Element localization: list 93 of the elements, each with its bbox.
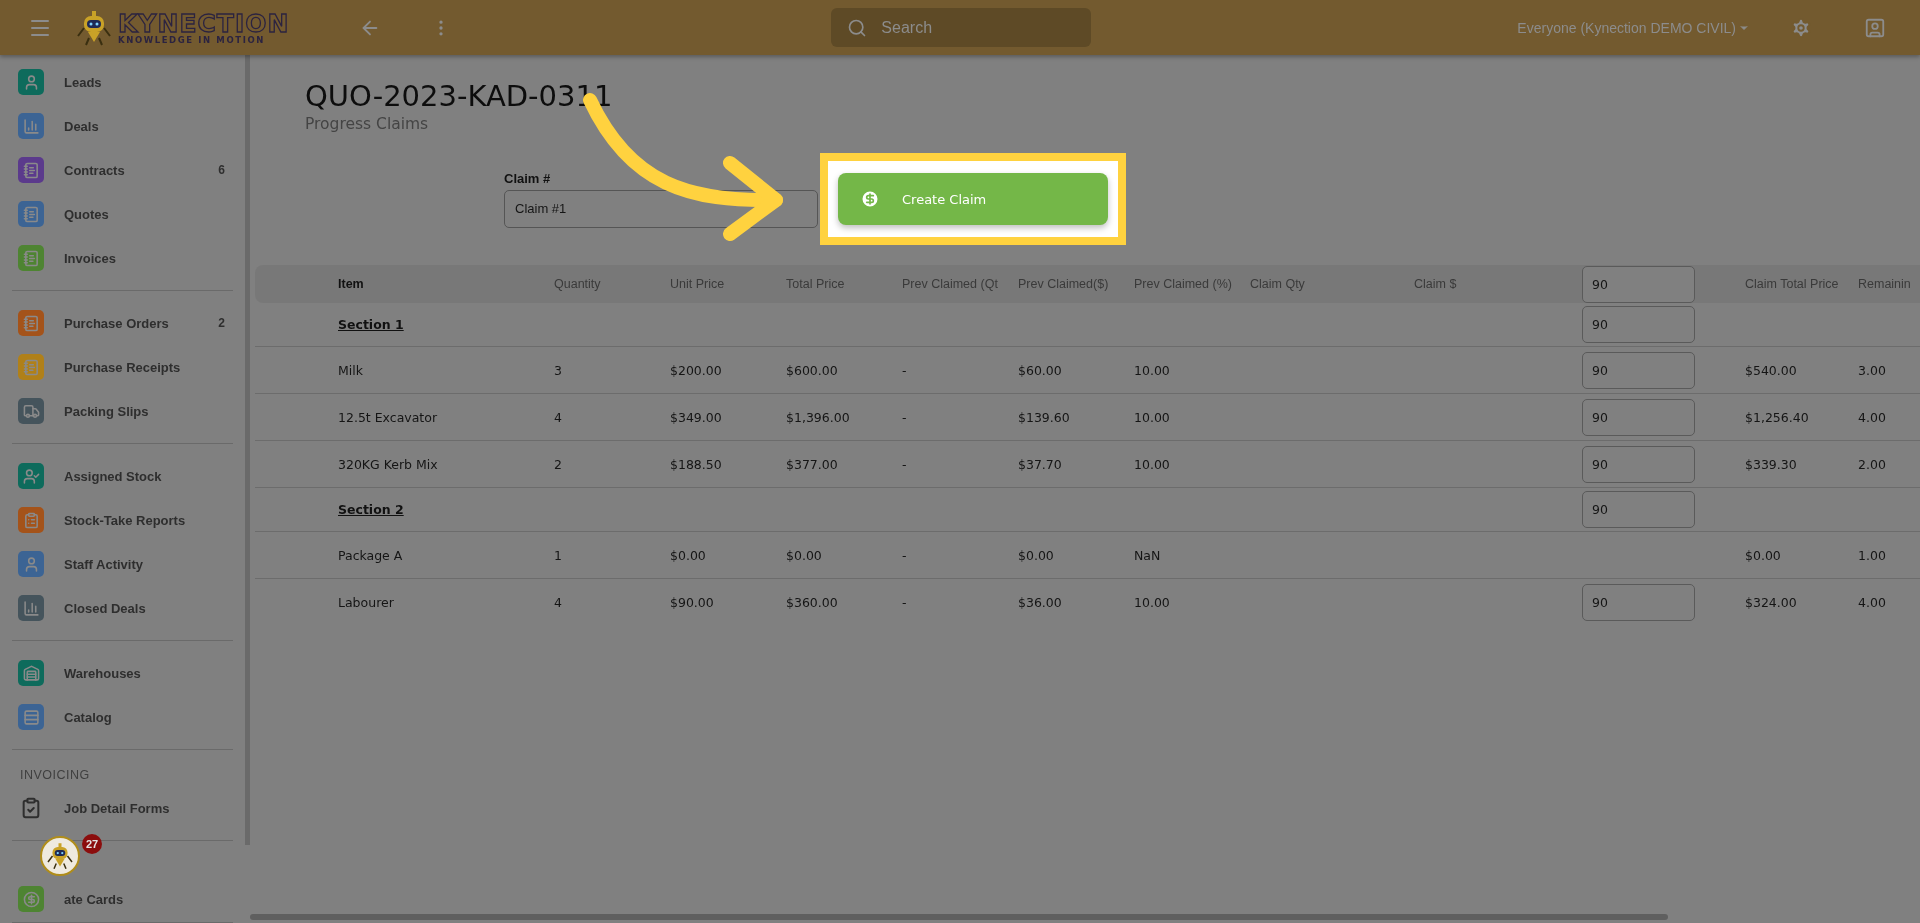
table-cell-text: $36.00 [1018,594,1063,610]
table-cell-text: - [902,362,908,378]
column-header: Prev Claimed (%) [1134,277,1233,291]
sidebar-item[interactable]: Purchase Orders 2 [12,301,233,345]
table-cell-text: Milk [338,362,364,378]
table-cell-text: 3.00 [1858,362,1887,378]
table-cell-text: - [902,547,908,563]
table-cell-text: $377.00 [786,456,839,472]
table-cell-text: $90.00 [670,594,715,610]
column-header: Item [338,277,365,291]
table-cell-text: $60.00 [1018,362,1063,378]
sidebar-item[interactable]: Catalog [12,695,233,739]
table-cell-text: $0.00 [670,547,707,563]
table-cell-text: 2.00 [1858,456,1887,472]
table-cell-text: 4.00 [1858,409,1887,425]
table-cell-text: $188.50 [670,456,723,472]
table-cell-text: NaN [1134,547,1162,563]
column-header: Prev Claimed($) [1018,277,1110,291]
table-cell-text: 320KG Kerb Mix [338,456,439,472]
table-cell-text: $1,256.40 [1745,409,1810,425]
search-field[interactable]: Search [831,8,1092,47]
table-cell-text: 1 [554,547,563,563]
notification-badge: 27 [82,834,102,854]
table-cell-text: 3 [554,362,563,378]
table-cell-text: - [902,456,908,472]
sidebar-item[interactable]: Purchase Receipts [12,345,233,389]
column-header: Prev Claimed (Qt [902,277,999,291]
table-cell-text: 2 [554,456,563,472]
table-cell-text: 10.00 [1134,594,1171,610]
table-cell-text: $0.00 [1018,547,1055,563]
sidebar-item[interactable]: Contracts 6 [12,148,233,192]
claim-input-field[interactable]: 90 [1582,491,1695,528]
table-cell-text: 1.00 [1858,547,1887,563]
table-cell-text: 4 [554,409,563,425]
table-cell-text: 10.00 [1134,456,1171,472]
sidebar-item[interactable]: ate Cards [12,877,233,921]
table-cell-text: $1,396.00 [786,409,851,425]
sidebar-item[interactable]: Invoices [12,236,233,280]
table-cell-text: 12.5t Excavator [338,409,439,425]
column-header: Quantity [554,277,602,291]
table-cell-text: $37.70 [1018,456,1063,472]
item-count: 2 [218,316,225,330]
table-cell-text: 10.00 [1134,362,1171,378]
claim-input-field[interactable]: 90 [1582,306,1695,343]
table-cell-text: $600.00 [786,362,839,378]
table-cell-text: 10.00 [1134,409,1171,425]
column-header: Total Price [786,277,846,291]
item-count: 6 [218,163,225,177]
column-header: Remainin [1858,277,1912,291]
sidebar-item[interactable]: Assigned Stock [12,454,233,498]
table-cell-text: $200.00 [670,362,723,378]
sidebar-item[interactable]: Packing Slips [12,389,233,433]
table-cell-text: 4 [554,594,563,610]
section-title: Section 2 [338,502,405,517]
table-cell-text: $0.00 [1745,547,1782,563]
create-claim-button[interactable]: Create Claim [838,173,1108,225]
table-cell-text: $0.00 [786,547,823,563]
claim-input-field[interactable]: 90 [1582,583,1695,621]
field-label: Claim # [504,170,552,186]
section-title: Section 1 [338,317,405,332]
table-cell-text: 4.00 [1858,594,1887,610]
table-cell-text: - [902,594,908,610]
logo-tagline: KNOWLEDGE IN MOTION [118,35,266,45]
claim-input-field[interactable]: 90 [1582,265,1695,303]
table-cell-text: Labourer [338,594,395,610]
sidebar-item[interactable]: Staff Activity [12,542,233,586]
sidebar-item[interactable]: Leads [12,60,233,104]
table-cell-text: $540.00 [1745,362,1798,378]
table-cell-text: $339.30 [1745,456,1798,472]
table-cell-text: - [902,409,908,425]
sidebar-item[interactable]: Quotes [12,192,233,236]
sidebar-item[interactable]: Closed Deals [12,586,233,630]
table-cell-text: $360.00 [786,594,839,610]
column-header: Claim $ [1414,277,1458,291]
page-subtitle: Progress Claims [305,115,430,133]
table-cell-text: $324.00 [1745,594,1798,610]
table-cell-text: $139.60 [1018,409,1071,425]
table-cell-text: $349.00 [670,409,723,425]
table-cell-text: Package A [338,547,404,563]
sidebar-item[interactable]: Stock-Take Reports [12,498,233,542]
column-header: Unit Price [670,277,726,291]
logo-title: KYNECTION [118,10,290,36]
account-scope-dropdown[interactable]: Everyone (Kynection DEMO CIVIL) [1517,19,1750,36]
claim-input-field[interactable]: 90 [1582,445,1695,483]
claim-input-field[interactable]: 90 [1582,398,1695,436]
sidebar-item[interactable]: Deals [12,104,233,148]
column-header: Claim Total Price [1745,277,1840,291]
claim-input-field[interactable]: 90 [1582,351,1695,389]
column-header: Claim Qty [1250,277,1306,291]
section-heading: INVOICING [19,767,91,784]
sidebar-item[interactable]: Warehouses [12,651,233,695]
sidebar-item[interactable]: Job Detail Forms [12,786,233,830]
page-title: QUO-2023-KAD-0311 [305,78,614,115]
